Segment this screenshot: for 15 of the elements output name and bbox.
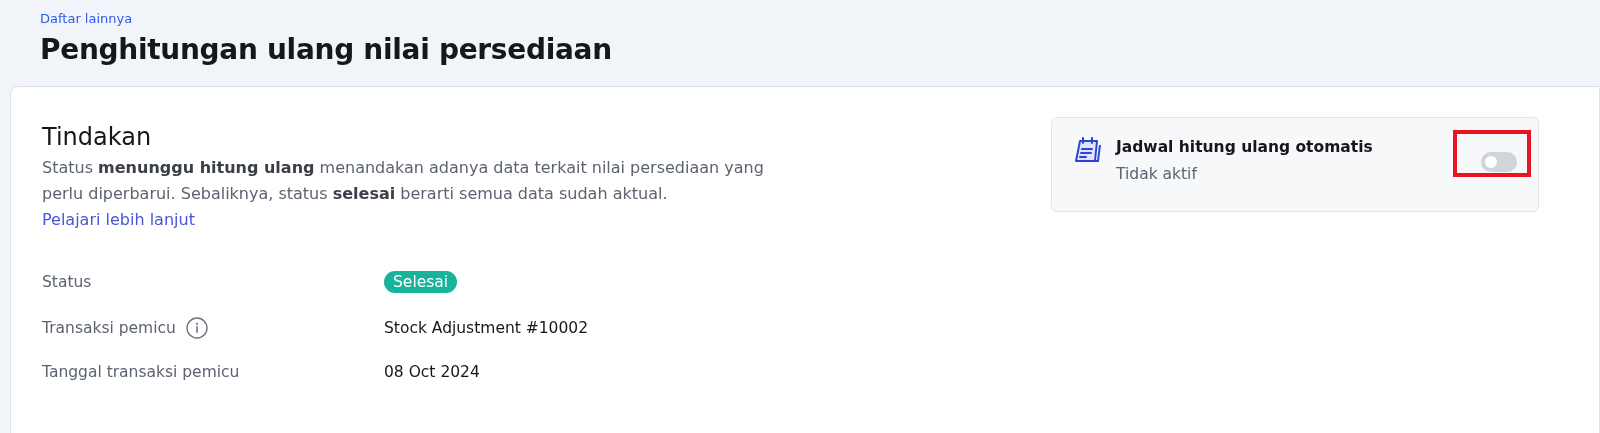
status-badge: Selesai [384,271,458,293]
detail-value: 08 Oct 2024 [384,363,480,381]
info-icon[interactable] [185,317,208,339]
schedule-status: Tidak aktif [1116,165,1199,183]
section-title: Tindakan [42,123,153,151]
breadcrumb-link[interactable]: Daftar lainnya [40,11,133,26]
schedule-title: Jadwal hitung ulang otomatis [1116,138,1374,156]
section-description: Status menunggu hitung ulang menandakan adanya data terkait nilai persediaan yang perlu diperbarui. Sebaliknya, status selesai berarti semua data sudah aktual. Pelajari lebih lanjut [42,157,765,231]
page-title: Penghitungan ulang nilai persediaan [40,33,613,66]
detail-value: Stock Adjustment #10002 [384,319,589,337]
learn-more-link[interactable]: Pelajari lebih lanjut [42,210,195,229]
detail-label: Status [42,273,92,291]
toggle-switch[interactable] [1481,152,1517,172]
detail-label: Tanggal transaksi pemicu [42,363,240,381]
detail-label: Transaksi pemicu [42,319,176,337]
